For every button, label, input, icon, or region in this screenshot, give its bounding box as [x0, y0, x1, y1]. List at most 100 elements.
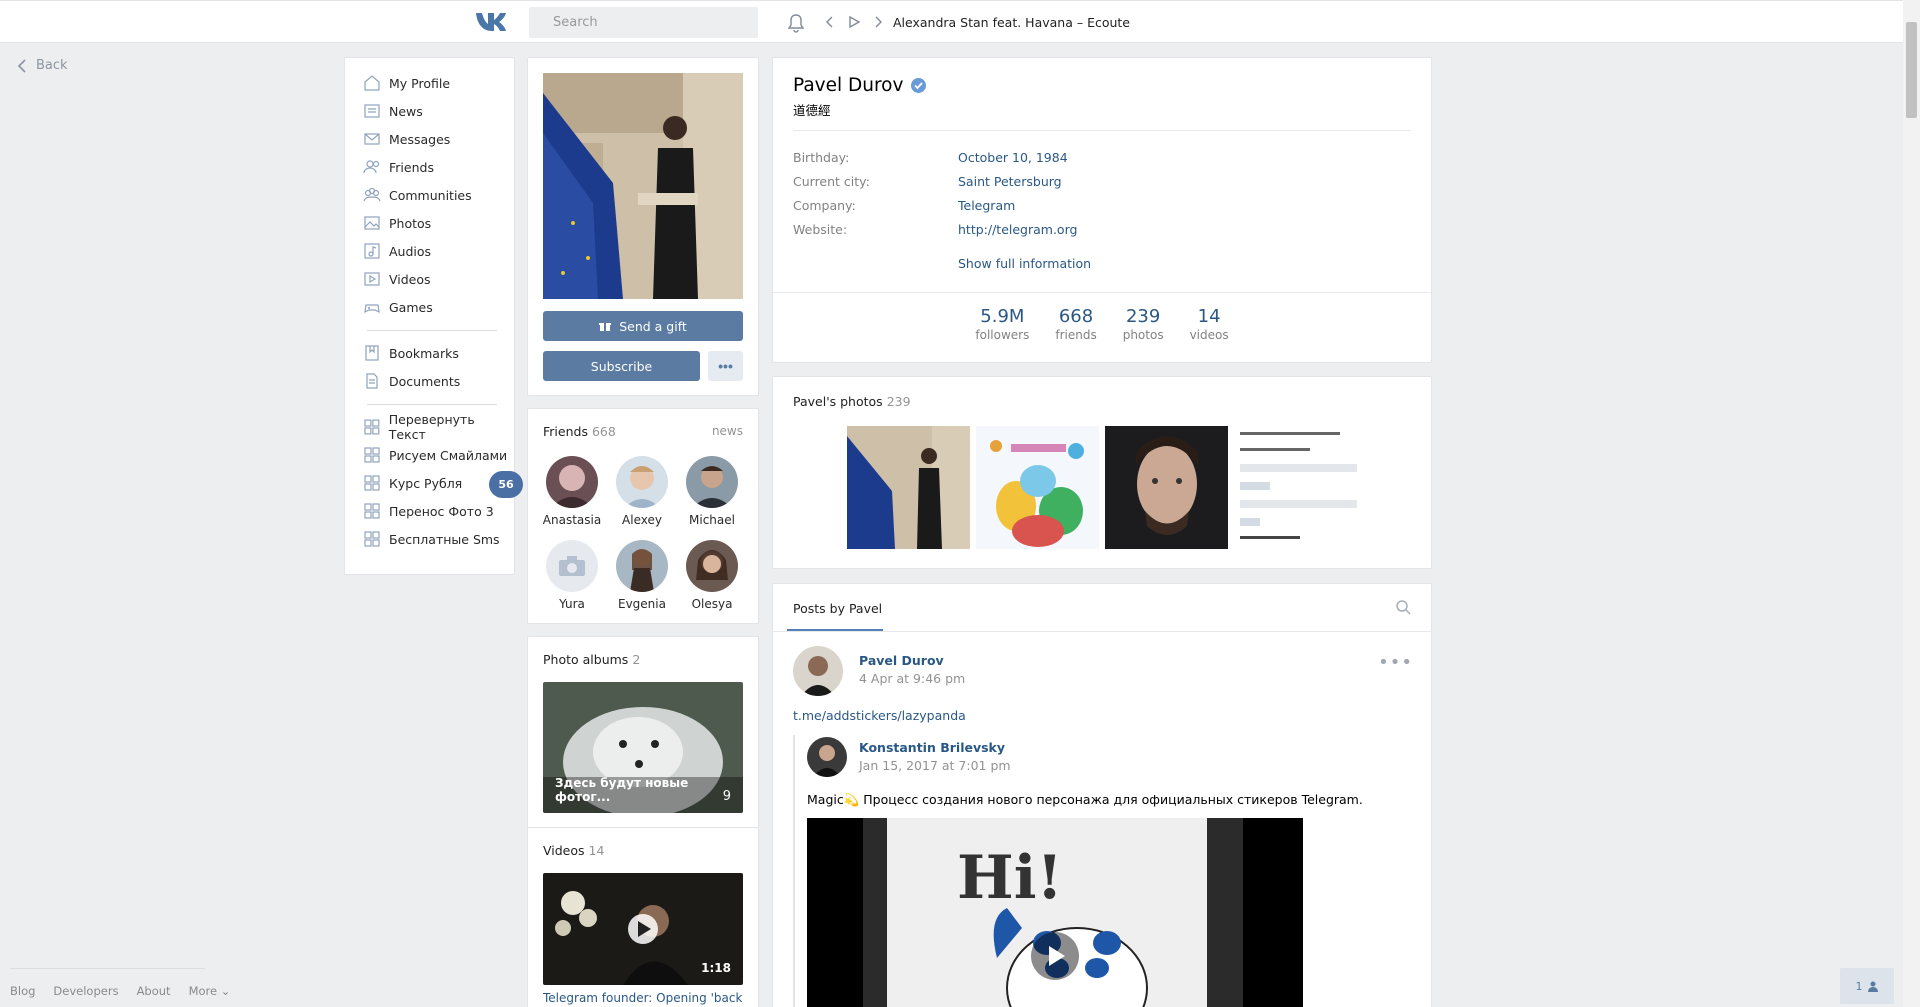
- vk-logo[interactable]: [474, 10, 512, 34]
- menu-item-audios[interactable]: Audios: [363, 239, 431, 263]
- menu-app-kurs-rublya[interactable]: Курс Рубля 56: [363, 471, 523, 498]
- back-link[interactable]: Back: [16, 58, 68, 73]
- menu-app-perenos-foto[interactable]: Перенос Фото 3: [363, 499, 494, 523]
- menu-item-games[interactable]: Games: [363, 295, 433, 319]
- photo-thumbnail[interactable]: [976, 426, 1099, 549]
- menu-item-my-profile[interactable]: My Profile: [363, 71, 450, 95]
- counter-label: friends: [1055, 328, 1097, 342]
- top-bar: Alexandra Stan feat. Havana – Ecoute: [0, 0, 1920, 43]
- more-actions-button[interactable]: •••: [708, 351, 743, 381]
- post-author-avatar[interactable]: [793, 646, 843, 696]
- footer-link-more[interactable]: More ⌄: [189, 984, 231, 998]
- photo-thumbnail[interactable]: [1234, 426, 1357, 549]
- menu-label: Перевернуть Текст: [388, 412, 475, 442]
- home-icon: [364, 75, 380, 91]
- repost-author-avatar[interactable]: [807, 737, 847, 777]
- post-author-name[interactable]: Pavel Durov: [859, 653, 944, 668]
- friend-item[interactable]: Olesya: [680, 540, 744, 611]
- camera-icon: [559, 556, 585, 576]
- menu-item-bookmarks[interactable]: Bookmarks: [363, 341, 459, 365]
- menu-item-news[interactable]: News: [363, 99, 423, 123]
- menu-label: Videos: [389, 271, 431, 287]
- menu-app-besplatnye-sms[interactable]: Бесплатные Sms: [363, 527, 500, 551]
- info-row-website: Website: http://telegram.org: [793, 222, 1077, 237]
- friend-item[interactable]: Michael: [680, 456, 744, 527]
- subscribe-button[interactable]: Subscribe: [543, 351, 700, 381]
- search-input[interactable]: [529, 7, 758, 38]
- menu-app-risuem-smailami[interactable]: Рисуем Смайлами: [363, 443, 507, 467]
- show-full-info-link[interactable]: Show full information: [958, 256, 1091, 271]
- menu-item-friends[interactable]: Friends: [363, 155, 434, 179]
- repost-date[interactable]: Jan 15, 2017 at 7:01 pm: [859, 758, 1011, 773]
- send-gift-label: Send a gift: [619, 318, 687, 334]
- footer-link-developers[interactable]: Developers: [53, 984, 118, 998]
- albums-count: 2: [632, 652, 641, 667]
- friends-title-label: Friends: [543, 424, 588, 439]
- info-value[interactable]: http://telegram.org: [958, 222, 1077, 237]
- info-value[interactable]: Telegram: [958, 198, 1015, 213]
- menu-label: Friends: [389, 159, 434, 175]
- friend-item[interactable]: Anastasia: [540, 456, 604, 527]
- photo-thumbnail[interactable]: [847, 426, 970, 549]
- friends-news-link[interactable]: news: [712, 424, 743, 438]
- friends-title[interactable]: Friends 668: [543, 424, 616, 439]
- next-track-icon[interactable]: [870, 14, 886, 30]
- repost-author-name[interactable]: Konstantin Brilevsky: [859, 740, 1005, 755]
- video-title-link[interactable]: Telegram founder: Opening 'back: [543, 991, 742, 1005]
- friend-avatar-placeholder: [546, 540, 598, 592]
- audios-icon: [364, 243, 380, 259]
- photos-title-label: Pavel's photos: [793, 394, 883, 409]
- footer-link-about[interactable]: About: [137, 984, 171, 998]
- previous-track-icon[interactable]: [822, 14, 838, 30]
- photo-thumbnail[interactable]: [1105, 426, 1228, 549]
- friend-item[interactable]: Evgenia: [610, 540, 674, 611]
- posts-card: Posts by Pavel Pavel Durov 4 Apr at 9:46…: [772, 583, 1432, 1007]
- photos-title[interactable]: Pavel's photos 239: [793, 394, 911, 409]
- post-date[interactable]: 4 Apr at 9:46 pm: [859, 671, 965, 686]
- menu-item-photos[interactable]: Photos: [363, 211, 431, 235]
- search-icon[interactable]: [1395, 599, 1411, 615]
- info-label: Birthday:: [793, 150, 850, 165]
- friend-name: Anastasia: [542, 513, 602, 527]
- videos-count: 14: [588, 843, 605, 858]
- menu-item-communities[interactable]: Communities: [363, 183, 472, 207]
- counter-friends[interactable]: 668 friends: [1055, 306, 1096, 342]
- news-icon: [364, 104, 380, 118]
- profile-info-card: Pavel Durov 道德經 Birthday: October 10, 19…: [772, 57, 1432, 363]
- counter-videos[interactable]: 14 videos: [1190, 306, 1229, 342]
- video-thumbnail[interactable]: 1:18: [543, 873, 743, 985]
- post-options-icon[interactable]: •••: [1378, 652, 1413, 673]
- footer-links: Blog Developers About More ⌄: [10, 984, 230, 998]
- friends-card: Friends 668 news Anastasia Alexey Michael…: [527, 408, 759, 624]
- menu-item-videos[interactable]: Videos: [363, 267, 431, 291]
- footer-link-blog[interactable]: Blog: [10, 984, 35, 998]
- repost-video[interactable]: Hi!: [807, 818, 1303, 1007]
- audio-player-controls: [822, 14, 886, 30]
- repost-indicator: [793, 735, 795, 1007]
- post-link[interactable]: t.me/addstickers/lazypanda: [793, 708, 966, 723]
- albums-title[interactable]: Photo albums 2: [543, 652, 640, 667]
- scrollbar-track[interactable]: [1903, 0, 1920, 1007]
- scrollbar-thumb[interactable]: [1906, 22, 1917, 118]
- send-gift-button[interactable]: Send a gift: [543, 311, 743, 341]
- profile-photo[interactable]: [543, 73, 743, 299]
- menu-app-perevernut-tekst[interactable]: Перевернуть Текст: [363, 412, 514, 442]
- counter-photos[interactable]: 239 photos: [1123, 306, 1164, 342]
- menu-label: Bookmarks: [389, 345, 459, 361]
- bell-icon[interactable]: [785, 12, 807, 34]
- photo-albums-card: Photo albums 2 Здесь будут новые фотог...…: [527, 636, 759, 829]
- menu-item-messages[interactable]: Messages: [363, 127, 450, 151]
- album-cover[interactable]: Здесь будут новые фотог... 9: [543, 682, 743, 813]
- info-value[interactable]: Saint Petersburg: [958, 174, 1062, 189]
- play-icon[interactable]: [846, 14, 862, 30]
- now-playing-track[interactable]: Alexandra Stan feat. Havana – Ecoute: [893, 15, 1130, 30]
- menu-item-documents[interactable]: Documents: [363, 369, 460, 393]
- videos-title[interactable]: Videos 14: [543, 843, 604, 858]
- counter-followers[interactable]: 5.9M followers: [975, 306, 1029, 342]
- posts-tab[interactable]: Posts by Pavel: [793, 601, 882, 616]
- friend-item[interactable]: Alexey: [610, 456, 674, 527]
- menu-label: Documents: [389, 373, 461, 389]
- info-value[interactable]: October 10, 1984: [958, 150, 1068, 165]
- chat-toggle-button[interactable]: 1: [1840, 968, 1894, 1004]
- friend-item[interactable]: Yura: [540, 540, 604, 611]
